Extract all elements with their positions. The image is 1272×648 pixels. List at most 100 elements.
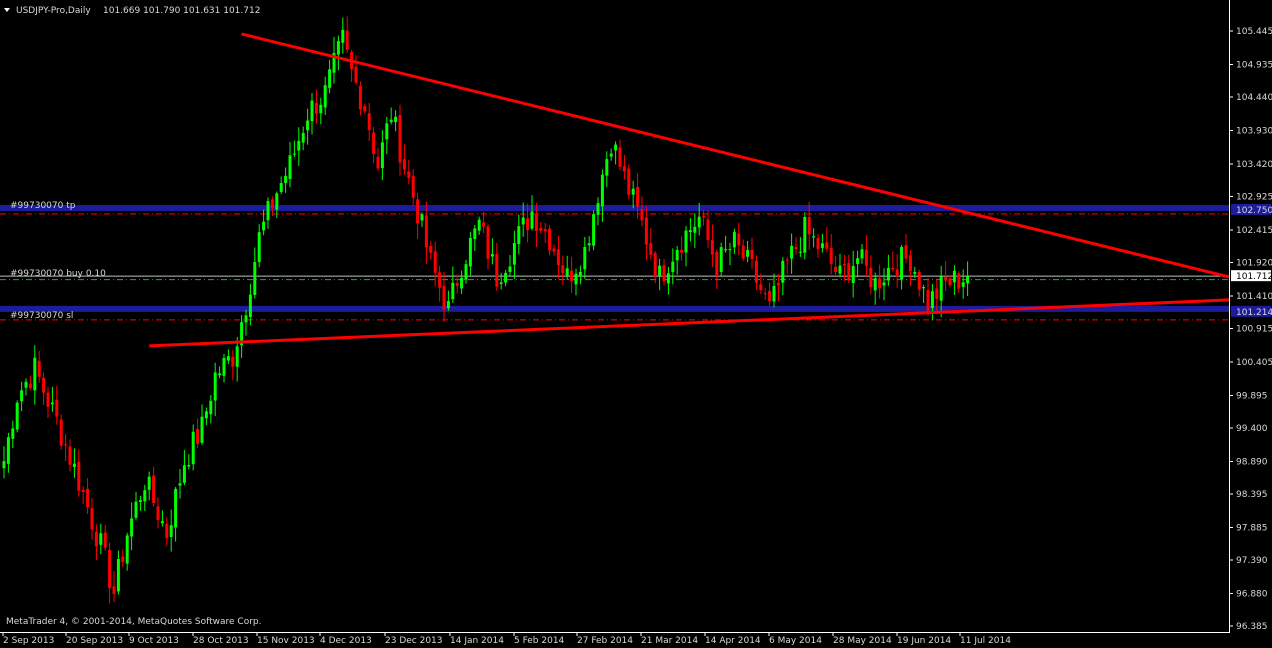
candle-body: [561, 265, 565, 274]
buy-order-label: #99730070 buy 0.10: [10, 269, 106, 279]
candle-body: [253, 262, 257, 295]
candle-body: [446, 301, 450, 309]
candle-body: [798, 251, 802, 253]
candle-body: [160, 521, 164, 524]
x-tick-label: 14 Apr 2014: [705, 636, 761, 646]
candle-body: [697, 216, 701, 228]
candle-body: [952, 270, 956, 283]
candle-body: [394, 116, 398, 123]
candle-body: [433, 251, 437, 273]
candle-body: [178, 483, 182, 486]
candle-body: [213, 372, 217, 401]
candle-body: [504, 272, 508, 283]
candle-body: [574, 273, 578, 285]
price-chart[interactable]: #99730070 tp #99730070 buy 0.10 #9973007…: [0, 0, 1272, 648]
candle-body: [455, 282, 459, 287]
candle-body: [768, 290, 772, 302]
x-tick-label: 14 Jan 2014: [450, 636, 504, 646]
candle-body: [526, 218, 530, 230]
candle-body: [376, 156, 380, 169]
candle-body: [367, 113, 371, 131]
y-tick-label: 103.930: [1236, 126, 1272, 136]
x-tick-label: 21 Mar 2014: [641, 636, 698, 646]
candle-body: [631, 188, 635, 195]
candle-body: [741, 245, 745, 259]
candle-body: [297, 140, 301, 151]
candle-body: [288, 155, 292, 180]
copyright-notice: MetaTrader 4, © 2001-2014, MetaQuotes So…: [6, 617, 262, 627]
candle-body: [72, 463, 76, 467]
candle-body: [112, 586, 116, 594]
y-tick-label: 100.405: [1236, 358, 1272, 368]
candle-body: [468, 237, 472, 267]
candle-body: [209, 400, 213, 415]
candle-body: [292, 153, 296, 155]
candle-body: [812, 236, 816, 238]
candle-body: [706, 219, 710, 240]
candle-body: [640, 209, 644, 221]
x-tick-label: 5 Feb 2014: [514, 636, 565, 646]
candle-body: [402, 159, 406, 170]
candle-body: [231, 356, 235, 367]
candle-body: [935, 288, 939, 300]
candle-body: [262, 221, 266, 231]
y-tick-label: 103.420: [1236, 160, 1272, 170]
candle-body: [77, 461, 81, 491]
candle-body: [196, 428, 200, 444]
candle-body: [81, 490, 85, 492]
candle-body: [464, 264, 468, 280]
candle-body: [200, 416, 204, 443]
candle-body: [389, 119, 393, 123]
y-tick-label: 105.445: [1236, 27, 1272, 37]
candle-body: [671, 261, 675, 272]
candle-body: [816, 237, 820, 249]
y-tick-label: 104.440: [1236, 93, 1272, 103]
candle-body: [803, 217, 807, 253]
candle-body: [328, 69, 332, 88]
candle-body: [578, 271, 582, 277]
candle-body: [864, 249, 868, 266]
tp-order-label: #99730070 tp: [10, 201, 76, 211]
candle-body: [891, 267, 895, 270]
candle-body: [68, 446, 72, 465]
candle-body: [495, 254, 499, 287]
candle-body: [944, 276, 948, 281]
candle-body: [702, 215, 706, 218]
candle-body: [627, 168, 631, 195]
candle-body: [939, 276, 943, 301]
candle-body: [539, 227, 543, 231]
candle-body: [838, 265, 842, 274]
candle-body: [398, 115, 402, 163]
y-tick-label: 96.880: [1236, 589, 1268, 599]
candle-body: [772, 286, 776, 302]
candle-body: [191, 431, 195, 465]
candle-body: [724, 249, 728, 251]
tp-level-band[interactable]: [0, 204, 1229, 211]
candle-body: [785, 259, 789, 261]
y-tick-label: 97.885: [1236, 523, 1268, 533]
candle-body: [336, 41, 340, 55]
candle-body: [517, 226, 521, 244]
candle-body: [556, 249, 560, 266]
candle-body: [442, 286, 446, 310]
candle-body: [499, 282, 503, 285]
candle-body: [222, 357, 226, 376]
candle-body: [710, 240, 714, 255]
candle-body: [917, 271, 921, 290]
candle-body: [684, 230, 688, 253]
candle-body: [521, 217, 525, 225]
candle-body: [345, 30, 349, 50]
candle-body: [279, 182, 283, 192]
y-tick-label: 99.895: [1236, 391, 1268, 401]
candle-body: [46, 392, 50, 407]
candle-body: [11, 428, 15, 439]
chart-window[interactable]: #99730070 tp #99730070 buy 0.10 #9973007…: [0, 0, 1272, 648]
candle-body: [226, 356, 230, 361]
x-tick-label: 15 Nov 2013: [257, 636, 315, 646]
candle-body: [966, 276, 970, 284]
candle-body: [174, 488, 178, 528]
x-tick-label: 2 Sep 2013: [3, 636, 54, 646]
candle-body: [314, 102, 318, 114]
candle-body: [270, 199, 274, 209]
candle-body: [794, 246, 798, 250]
